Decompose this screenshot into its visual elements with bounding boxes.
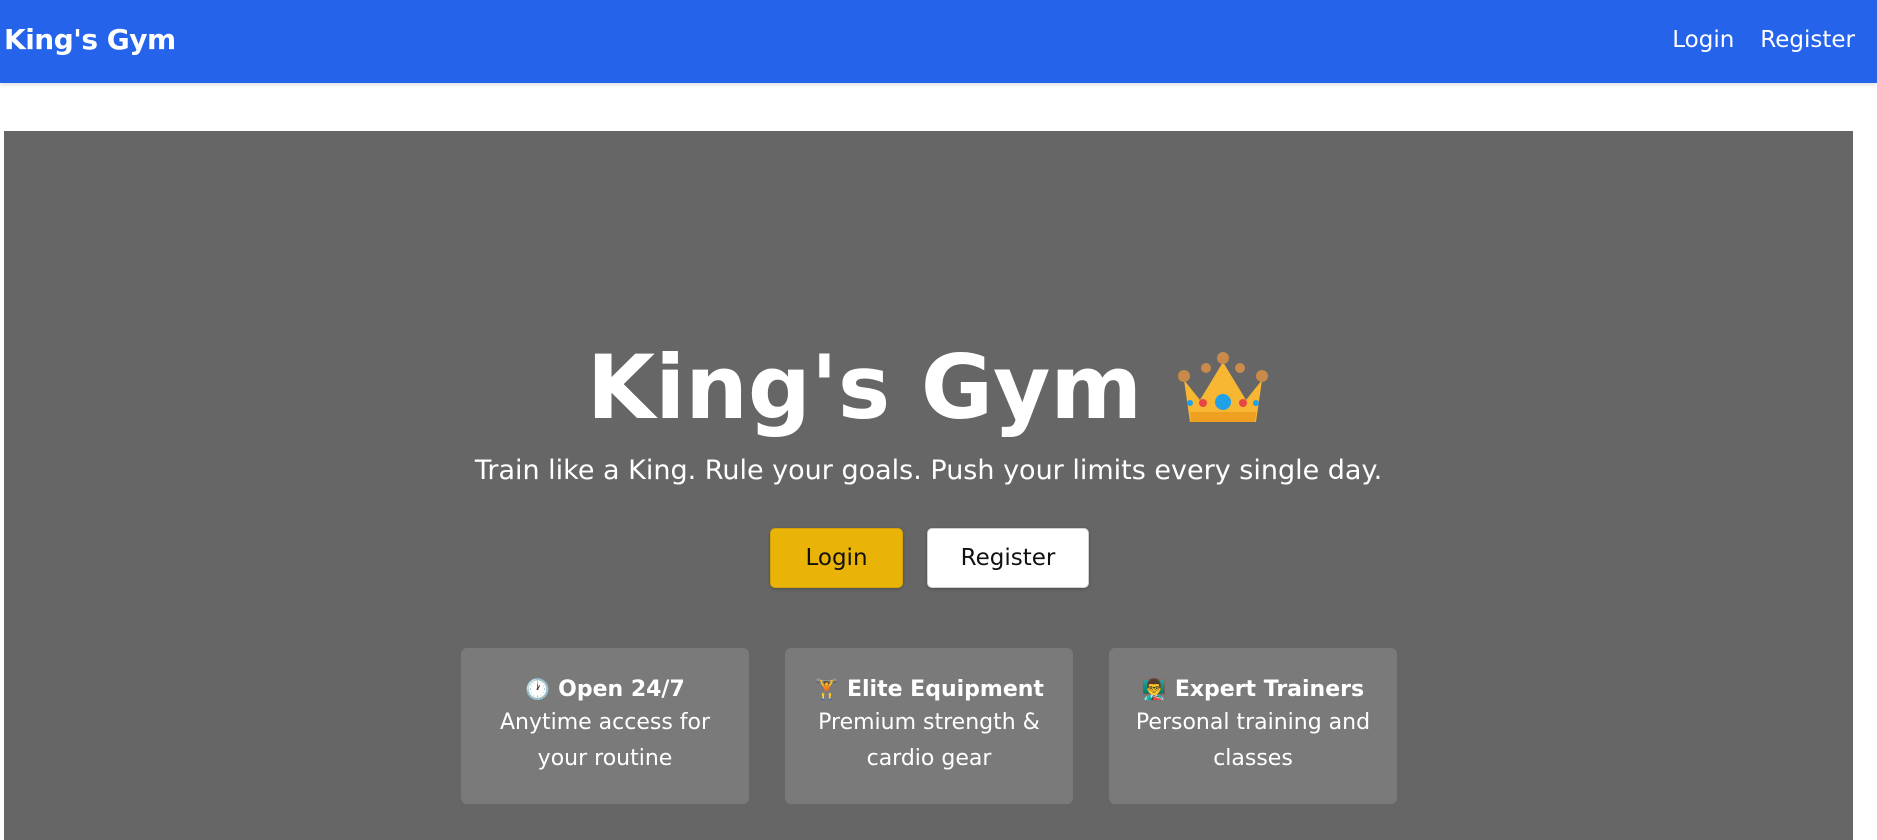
clock-icon: 🕐 — [525, 677, 551, 701]
hero-section: King's Gym Train like a King. Rule your … — [4, 131, 1853, 840]
nav-login-link[interactable]: Login — [1672, 24, 1734, 56]
hero-login-button[interactable]: Login — [770, 528, 903, 588]
feature-description: Anytime access for your routine — [499, 710, 711, 771]
feature-title: Elite Equipment — [846, 677, 1044, 702]
feature-title-row: 👨‍🏫 Expert Trainers — [1109, 674, 1397, 705]
feature-description: Personal training and classes — [1135, 710, 1371, 771]
hero-register-button[interactable]: Register — [927, 528, 1089, 588]
features-row: 🕐 Open 24/7 Anytime access for your routi… — [461, 648, 1397, 804]
feature-title: Expert Trainers — [1174, 677, 1365, 702]
navbar: King's Gym Login Register — [0, 0, 1877, 83]
weightlifter-icon: 🏋️ — [814, 677, 839, 701]
hero-subtitle: Train like a King. Rule your goals. Push… — [474, 455, 1383, 486]
feature-card-trainers: 👨‍🏫 Expert Trainers Personal training and… — [1109, 648, 1397, 804]
feature-title-row: 🕐 Open 24/7 — [461, 674, 749, 705]
feature-card-open: 🕐 Open 24/7 Anytime access for your routi… — [461, 648, 749, 804]
hero-title: King's Gym — [4, 338, 1853, 438]
nav-links: Login Register — [1672, 24, 1855, 56]
nav-register-link[interactable]: Register — [1760, 24, 1855, 56]
crown-icon — [1176, 350, 1270, 430]
feature-title-row: 🏋️ Elite Equipment — [785, 674, 1073, 705]
brand-logo-link[interactable]: King's Gym — [4, 22, 176, 58]
feature-description: Premium strength & cardio gear — [818, 710, 1040, 771]
trainer-icon: 👨‍🏫 — [1141, 677, 1167, 701]
hero-title-text: King's Gym — [586, 336, 1143, 439]
feature-title: Open 24/7 — [558, 677, 685, 702]
feature-card-equipment: 🏋️ Elite Equipment Premium strength & car… — [785, 648, 1073, 804]
